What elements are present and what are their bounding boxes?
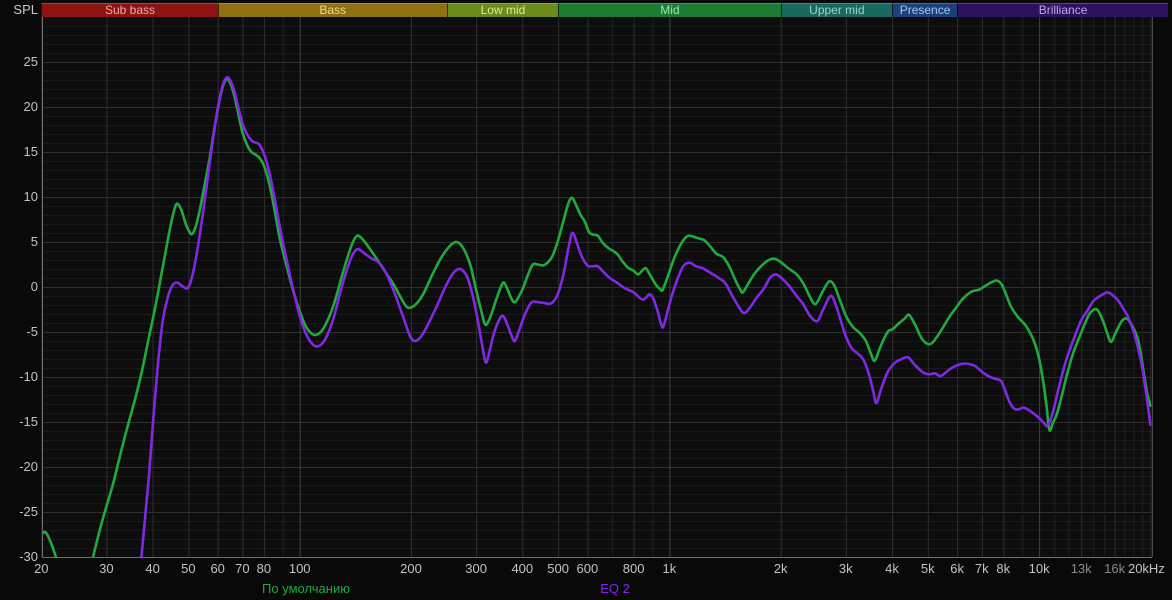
band-sub-bass: Sub bass [41, 3, 218, 17]
curve-default [42, 77, 1152, 557]
x-tick-label: 16k [1104, 561, 1126, 576]
y-tick-label: 25 [23, 54, 38, 69]
x-tick-label: 200 [400, 561, 422, 576]
x-tick-label: 500 [547, 561, 569, 576]
x-tick-label: 50 [181, 561, 196, 576]
x-tick-label: 6k [950, 561, 964, 576]
band-mid: Mid [558, 3, 781, 17]
y-tick-label: -30 [19, 549, 38, 564]
frequency-response-panel: SPL Sub bass Bass Low mid Mid Upper mid Prese… [0, 0, 1172, 600]
x-tick-label: 3k [838, 561, 853, 576]
x-tick-label: 8k [996, 561, 1011, 576]
legend-item-eq2[interactable]: EQ 2 [600, 581, 630, 596]
y-tick-label: 5 [30, 234, 38, 249]
y-tick-label: -25 [19, 504, 38, 519]
y-tick-label: -5 [26, 324, 38, 339]
x-tick-label: 4k [885, 561, 899, 576]
x-tick-label: 2k [773, 561, 788, 576]
band-presence: Presence [892, 3, 958, 17]
frequency-response-chart [41, 17, 1153, 558]
x-tick-label: 13k [1070, 561, 1092, 576]
x-tick-label: 80 [256, 561, 272, 576]
band-upper-mid: Upper mid [780, 3, 892, 17]
x-tick-label: 70 [235, 561, 250, 576]
x-tick-label: 30 [99, 561, 114, 576]
y-tick-label: 0 [30, 279, 38, 294]
x-tick-label: 7k [974, 561, 989, 576]
x-tick-label: 20 [34, 561, 49, 576]
x-tick-label: 20kHz [1127, 561, 1165, 576]
legend-item-default[interactable]: По умолчанию [262, 581, 350, 596]
y-tick-label: -10 [19, 369, 38, 384]
x-tick-label: 300 [465, 561, 487, 576]
frequency-band-bar: Sub bass Bass Low mid Mid Upper mid Presence B… [0, 3, 1172, 17]
y-tick-label: 20 [23, 99, 38, 114]
x-tick-label: 600 [576, 561, 599, 576]
x-tick-label: 10k [1028, 561, 1050, 576]
y-tick-label: 10 [23, 189, 38, 204]
band-low-mid: Low mid [446, 3, 559, 17]
band-brilliance: Brilliance [957, 3, 1168, 17]
x-tick-label: 800 [622, 561, 645, 576]
y-tick-label: 15 [23, 144, 38, 159]
x-tick-label: 60 [210, 561, 225, 576]
y-tick-label: -20 [19, 459, 38, 474]
x-tick-label: 1k [662, 561, 677, 576]
band-bass: Bass [217, 3, 447, 17]
x-tick-label: 100 [288, 561, 311, 576]
x-tick-label: 40 [145, 561, 160, 576]
y-tick-label: -15 [19, 414, 38, 429]
x-tick-label: 5k [920, 561, 935, 576]
x-tick-label: 400 [511, 561, 534, 576]
